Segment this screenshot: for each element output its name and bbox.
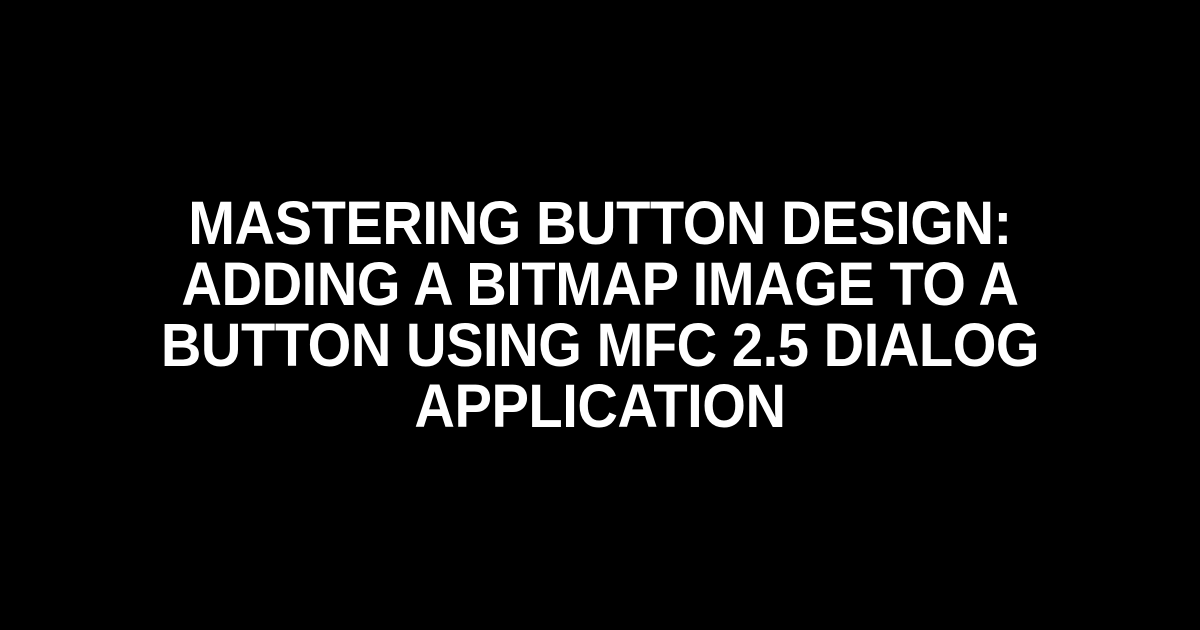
page-title: Mastering Button Design: Adding a Bitmap… xyxy=(48,193,1152,437)
